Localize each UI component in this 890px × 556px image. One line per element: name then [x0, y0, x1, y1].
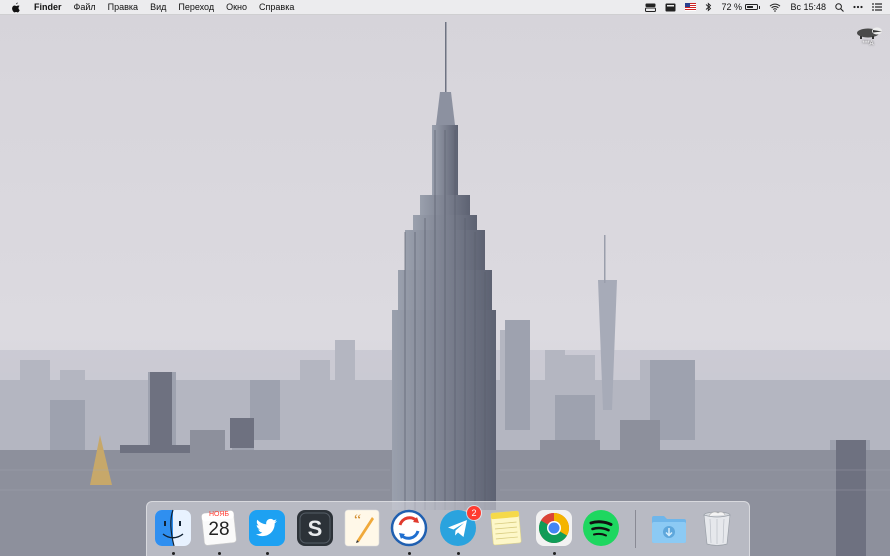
desktop-wallpaper	[0, 0, 890, 556]
twitter-icon	[249, 510, 285, 546]
dock-notes[interactable]	[487, 509, 525, 547]
notification-center-icon[interactable]	[872, 3, 882, 11]
running-indicator	[408, 552, 411, 555]
spotlight-icon[interactable]	[835, 2, 844, 12]
chrome-icon	[536, 510, 572, 546]
menu-help[interactable]: Справка	[253, 0, 300, 14]
dock-separator	[635, 510, 636, 548]
clock[interactable]: Вс 15:48	[790, 2, 826, 12]
battery-percent: 72 %	[721, 2, 742, 12]
dock-chrome[interactable]	[535, 509, 573, 547]
dock-calendar[interactable]: НОЯБ 28	[200, 509, 238, 547]
desktop-file-label: ***A	[862, 41, 874, 47]
running-indicator	[172, 552, 175, 555]
dock-twitter[interactable]	[248, 509, 286, 547]
battery-icon	[744, 4, 758, 10]
dock: НОЯБ 28 S “ 2	[146, 501, 750, 556]
menu-go[interactable]: Переход	[172, 0, 220, 14]
more-icon[interactable]	[853, 5, 863, 9]
calendar-day: 28	[208, 519, 230, 540]
badger-icon	[857, 27, 882, 39]
bluetooth-icon[interactable]	[705, 2, 712, 12]
menu-edit[interactable]: Правка	[102, 0, 144, 14]
us-flag-icon[interactable]	[685, 3, 697, 11]
apple-menu-icon[interactable]	[10, 1, 22, 13]
battery-status[interactable]: 72 %	[721, 2, 761, 12]
notes-icon	[490, 510, 522, 546]
dock-downloads[interactable]	[650, 509, 688, 547]
menu-window[interactable]: Окно	[220, 0, 253, 14]
wifi-icon[interactable]	[769, 3, 781, 12]
pages-icon: “	[344, 509, 380, 547]
svg-text:S: S	[308, 516, 323, 541]
desktop-file[interactable]: ***A	[850, 25, 886, 55]
running-indicator	[553, 552, 556, 555]
display-icon[interactable]	[665, 3, 676, 12]
running-indicator	[266, 552, 269, 555]
trash-icon	[703, 511, 731, 546]
menu-bar: Finder Файл Правка Вид Переход Окно Спра…	[0, 0, 890, 15]
notification-badge: 2	[467, 506, 481, 520]
mission-control-icon[interactable]	[645, 3, 657, 12]
svg-text:“: “	[354, 512, 361, 529]
dock-trash[interactable]	[698, 509, 736, 547]
dock-scrivener[interactable]: S	[296, 509, 334, 547]
menu-file[interactable]: Файл	[68, 0, 102, 14]
dock-finder[interactable]	[154, 509, 192, 547]
dock-pages[interactable]: “	[343, 509, 381, 547]
sync-icon	[390, 509, 428, 547]
scrivener-icon: S	[297, 510, 333, 546]
menu-app-name[interactable]: Finder	[30, 0, 68, 14]
dock-sync[interactable]	[390, 509, 428, 547]
running-indicator	[457, 552, 460, 555]
finder-icon	[155, 509, 191, 547]
downloads-folder-icon	[652, 516, 686, 543]
dock-spotify[interactable]	[582, 509, 620, 547]
menu-view[interactable]: Вид	[144, 0, 172, 14]
calendar-month: НОЯБ	[209, 511, 229, 518]
running-indicator	[218, 552, 221, 555]
spotify-icon	[583, 510, 619, 546]
dock-telegram[interactable]: 2	[439, 506, 481, 547]
